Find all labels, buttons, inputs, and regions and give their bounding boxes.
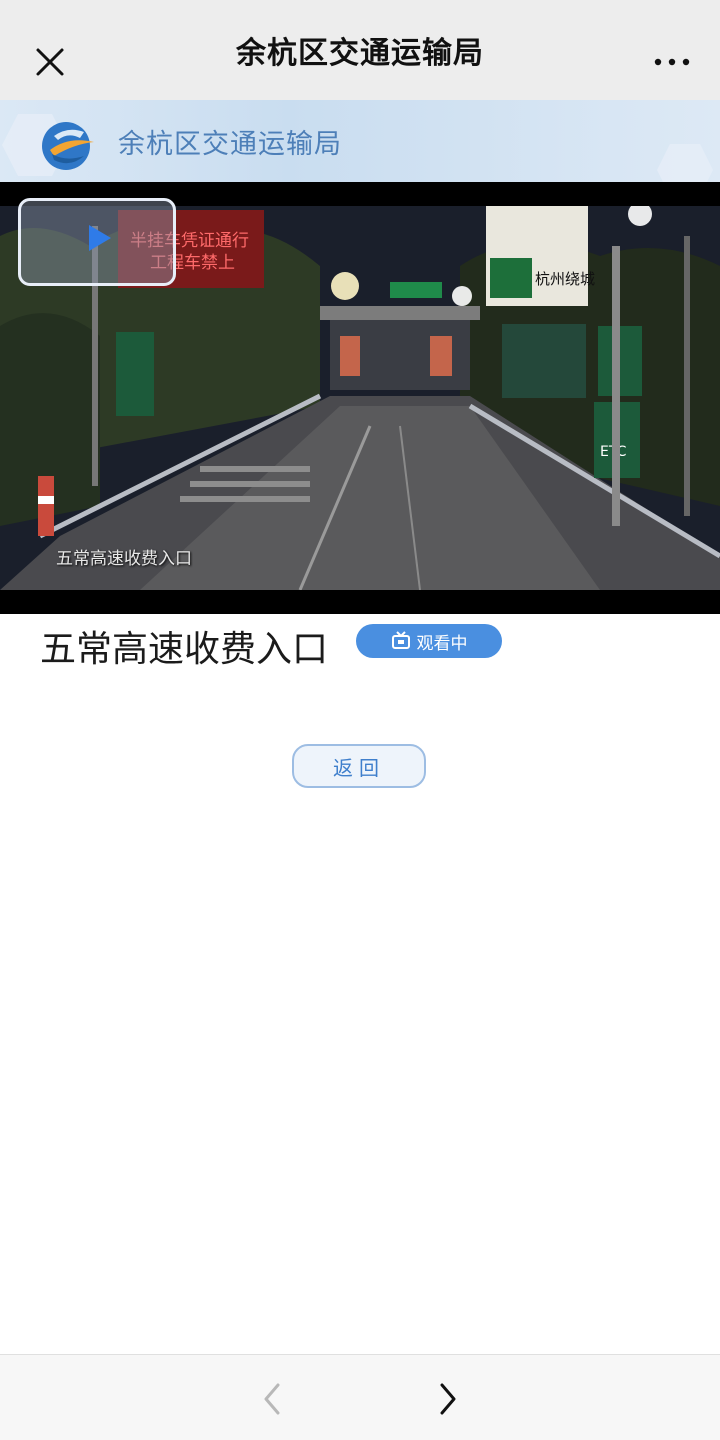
video-player[interactable]: 半挂车凭证通行 工程车禁上 杭州绕城 ETC 五常高速收费入口 — [0, 182, 720, 614]
video-caption: 五常高速收费入口 — [56, 549, 192, 569]
play-button[interactable] — [18, 198, 176, 286]
bottom-nav-bar — [0, 1354, 720, 1440]
forward-chevron-icon[interactable] — [434, 1381, 462, 1417]
banner-title: 余杭区交通运输局 — [118, 129, 342, 160]
page-title: 余杭区交通运输局 — [236, 36, 484, 71]
header-banner: 余杭区交通运输局 — [0, 100, 720, 182]
status-label: 观看中 — [416, 633, 468, 654]
page: 余杭区交通运输局 余杭区交通运输局 半挂车凭证通行 工程车禁上 杭州绕城 五常高… — [0, 0, 720, 1440]
top-bar: 余杭区交通运输局 — [0, 0, 720, 100]
back-chevron-icon[interactable] — [258, 1381, 286, 1417]
status-badge: 观看中 — [356, 624, 502, 658]
hexagon-decoration-icon — [657, 144, 713, 182]
tv-icon — [391, 631, 410, 649]
close-icon[interactable] — [30, 42, 70, 82]
more-options-icon[interactable] — [652, 44, 692, 84]
camera-name: 五常高速收费入口 — [40, 629, 329, 670]
play-icon — [89, 225, 111, 251]
bureau-logo-icon — [42, 122, 94, 170]
svg-text:杭州绕城: 杭州绕城 — [535, 270, 595, 288]
back-button[interactable]: 返回 — [292, 744, 426, 788]
